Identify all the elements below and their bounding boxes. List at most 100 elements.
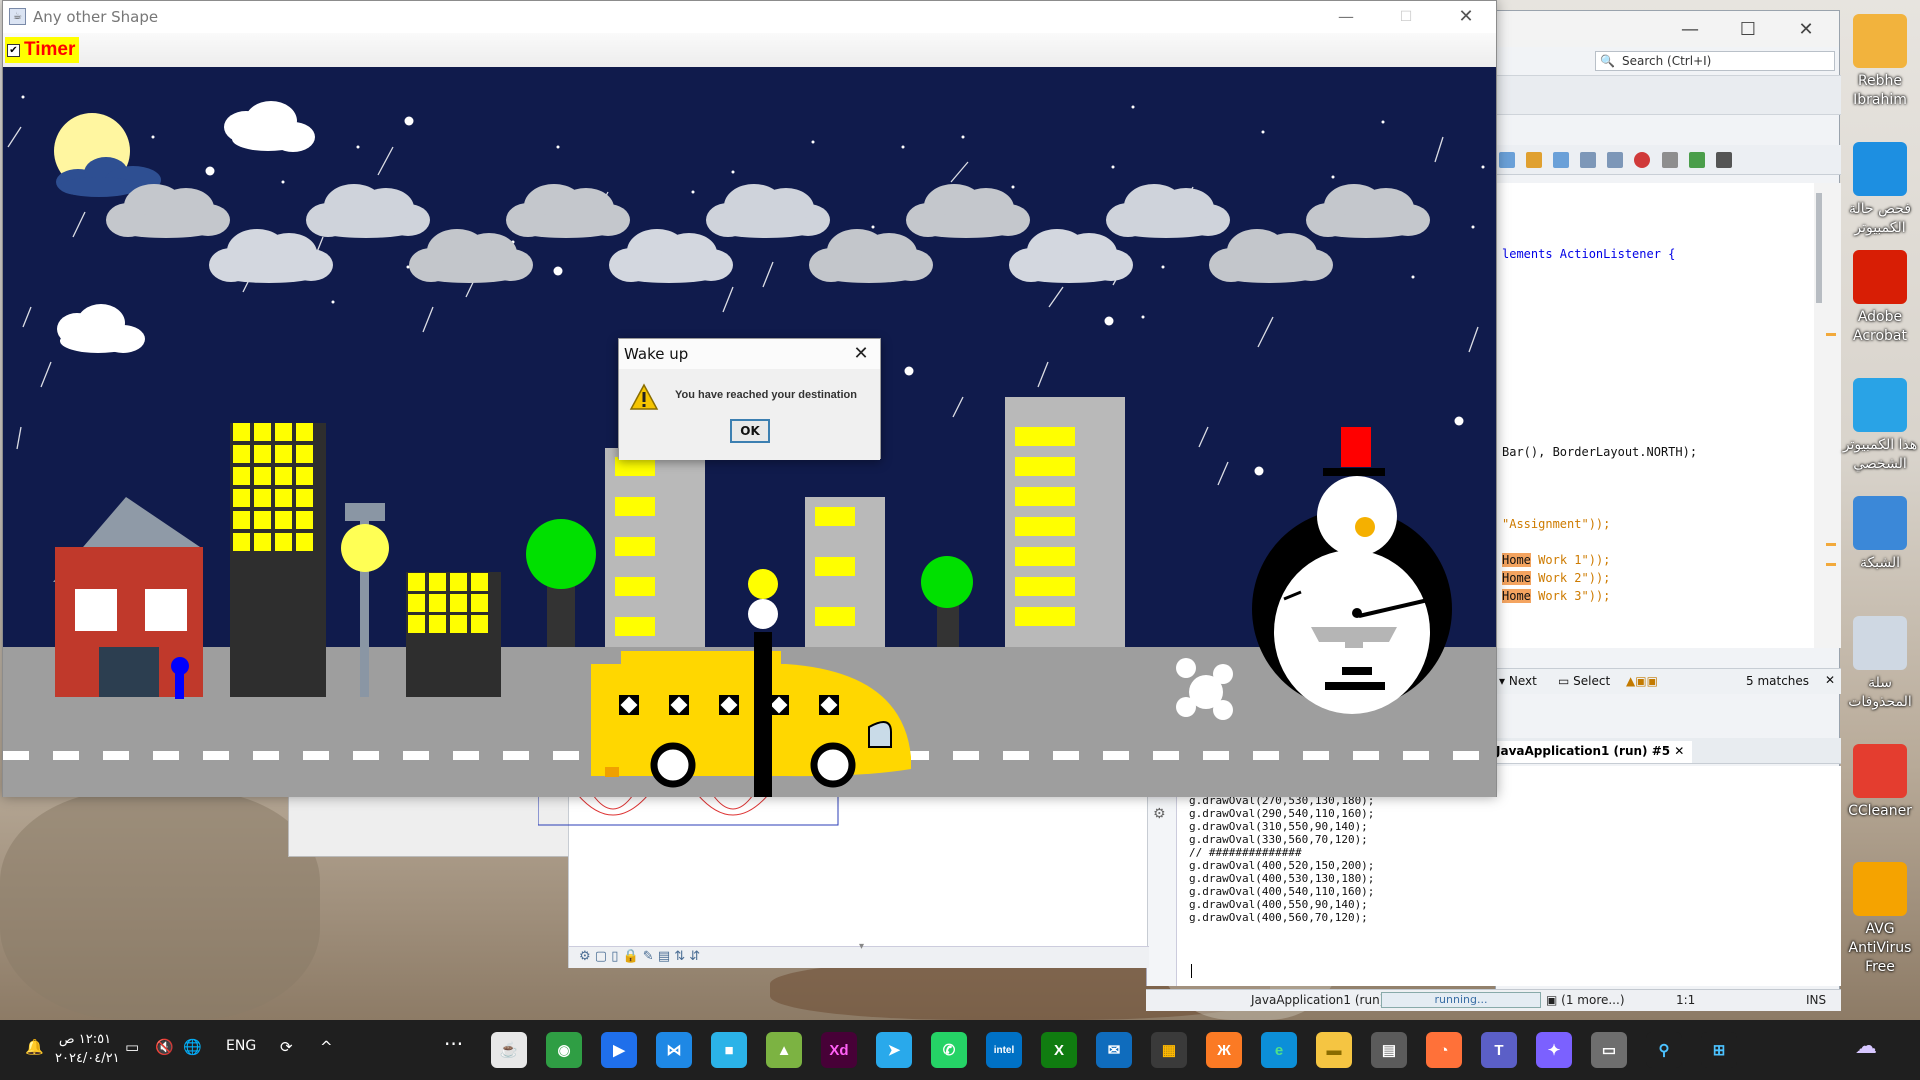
desktop-icon[interactable]: فحص حالة الكمبيوتر [1840, 142, 1920, 238]
minimize-icon[interactable]: — [1326, 1, 1366, 33]
close-icon[interactable]: ✕ [1825, 673, 1835, 687]
app-menubar: ✔ Timer [3, 33, 1496, 67]
desktop-icon-label: المحذوفات [1848, 694, 1912, 710]
acrobat-icon [1853, 250, 1907, 304]
firefox-icon[interactable]: ◔ [1426, 1032, 1462, 1068]
console-line: g.drawOval(400,530,130,180); [1189, 872, 1375, 885]
close-icon[interactable]: ✕ [1674, 744, 1684, 758]
close-icon[interactable]: ✕ [848, 341, 874, 367]
desktop-icon[interactable]: Rebhe Ibrahim [1840, 14, 1920, 110]
status-position: 1:1 [1676, 993, 1696, 1007]
whatsapp-icon[interactable]: ✆ [931, 1032, 967, 1068]
code-line: lements ActionListener { [1502, 247, 1676, 261]
toolbar-step-icon[interactable] [1499, 152, 1515, 168]
bus-window [819, 695, 839, 715]
status-more[interactable]: ▣ (1 more...) [1546, 993, 1625, 1007]
more-icon[interactable]: ··· [444, 1032, 463, 1056]
toolbar-square-icon[interactable] [1661, 152, 1678, 168]
bus-window [669, 695, 689, 715]
toolbar-forward-icon[interactable] [1607, 152, 1624, 168]
network-globe-icon[interactable]: 🌐 [183, 1038, 202, 1056]
desktop-icon[interactable]: Adobe Acrobat [1840, 250, 1920, 346]
java-cup-icon: ☕ [9, 8, 26, 25]
ide-search-input[interactable]: 🔍 Search (Ctrl+I) [1595, 51, 1835, 71]
toolbar-stop-icon[interactable] [1634, 152, 1651, 168]
calculator-icon[interactable]: ▤ [1371, 1032, 1407, 1068]
ok-button[interactable]: OK [730, 419, 770, 443]
toolbar-comment-icon[interactable] [1688, 152, 1705, 168]
desktop-icon-label: الشخصي [1853, 456, 1907, 472]
ide-window: — ☐ ✕ 🔍 Search (Ctrl+I) lements ActionLi… [1146, 10, 1841, 1011]
desktop-icon[interactable]: الشبكة [1840, 496, 1920, 573]
desktop-icon-label: AVG AntiVirus [1848, 921, 1912, 956]
java-app-icon[interactable]: ☕ [491, 1032, 527, 1068]
code-line: Bar(), BorderLayout.NORTH); [1502, 445, 1698, 459]
language-indicator[interactable]: ENG [226, 1038, 256, 1054]
close-icon[interactable]: ✕ [1777, 11, 1835, 47]
telegram-icon[interactable]: ➤ [876, 1032, 912, 1068]
desktop-icon[interactable]: هذا الكمبيوتر الشخصي [1840, 378, 1920, 474]
battery-icon[interactable]: ▭ [125, 1038, 139, 1056]
mail-icon[interactable]: ✉ [1096, 1032, 1132, 1068]
clock-time: ١٢:٥١ ص [58, 1032, 112, 1047]
vscode-icon[interactable]: ⋈ [656, 1032, 692, 1068]
checkbox-checked-icon[interactable]: ✔ [7, 43, 20, 57]
desktop-icon-label: Adobe [1857, 309, 1903, 325]
copilot-icon[interactable]: ✦ [1536, 1032, 1572, 1068]
toolbar-back-icon[interactable] [1580, 152, 1597, 168]
bus-window [619, 695, 639, 715]
desktop-icon-label: Rebhe [1857, 73, 1903, 89]
output-tab[interactable]: JavaApplication1 (run) #5 ✕ [1496, 741, 1693, 763]
console-settings-icon[interactable]: ⚙ [1153, 806, 1166, 822]
lamp-head [345, 503, 385, 521]
find-next-button[interactable]: ▾ Next [1499, 674, 1537, 688]
recycle-bin-icon [1853, 616, 1907, 670]
maximize-icon[interactable]: ☐ [1386, 1, 1426, 33]
file-explorer-icon[interactable]: ▬ [1316, 1032, 1352, 1068]
desktop-icon-label: سلة [1868, 675, 1892, 691]
find-select-button[interactable]: ▭ Select [1558, 674, 1610, 688]
weather-icon[interactable]: ☁ [1855, 1034, 1877, 1059]
notification-bell-icon[interactable]: 🔔 [25, 1038, 44, 1056]
toolbar-format-icon[interactable] [1715, 152, 1732, 168]
background-ovals [538, 795, 839, 826]
taskbar-clock[interactable]: ١٢:٥١ ص ٢٠٢٤/٠٤/٢١ [55, 1030, 120, 1068]
find-options-icon[interactable]: ▲▣▣ [1626, 674, 1658, 688]
output-console[interactable]: ⚙ g.drawOval(270,530,130,180); g.drawOval… [1146, 766, 1841, 986]
editor-scrollbar[interactable] [1814, 183, 1841, 648]
multitask-icon[interactable]: ▭ [1591, 1032, 1627, 1068]
desktop-icon[interactable]: CCleaner [1840, 744, 1920, 821]
desktop-icon[interactable]: سلة المحذوفات [1840, 616, 1920, 712]
volume-muted-icon[interactable]: 🔇 [155, 1038, 174, 1056]
sync-icon[interactable]: ⟳ [280, 1038, 293, 1056]
maximize-icon[interactable]: ☐ [1719, 11, 1777, 47]
toolbar-run-icon[interactable] [1526, 152, 1543, 168]
video-player-icon[interactable]: ▶ [601, 1032, 637, 1068]
search-taskbar-icon[interactable]: ⚲ [1646, 1032, 1682, 1068]
matlab-icon[interactable]: ▲ [766, 1032, 802, 1068]
toolbar-debug-icon[interactable] [1553, 152, 1570, 168]
this-pc-icon [1853, 378, 1907, 432]
app-title: Any other Shape [33, 8, 159, 26]
desktop-icon[interactable]: AVG AntiVirus Free [1840, 862, 1920, 977]
intel-icon[interactable]: intel [986, 1032, 1022, 1068]
xbox-icon[interactable]: X [1041, 1032, 1077, 1068]
timer-checkbox[interactable]: ✔ Timer [5, 37, 80, 63]
edge-icon[interactable]: e [1261, 1032, 1297, 1068]
avg-icon [1853, 862, 1907, 916]
xampp-icon[interactable]: Ж [1206, 1032, 1242, 1068]
store-icon[interactable]: ▦ [1151, 1032, 1187, 1068]
chrome-icon[interactable]: ◉ [546, 1032, 582, 1068]
close-icon[interactable]: ✕ [1446, 1, 1486, 33]
teams-icon[interactable]: T [1481, 1032, 1517, 1068]
adobe-xd-icon[interactable]: Xd [821, 1032, 857, 1068]
palette-icons[interactable]: ⚙ ▢ ▯ 🔒 ✎ ▤ ⇅ ⇵ [579, 949, 700, 964]
status-mode: INS [1806, 993, 1827, 1007]
desktop-icon-label: الشبكة [1859, 555, 1901, 571]
cube-app-icon[interactable]: ■ [711, 1032, 747, 1068]
start-icon[interactable]: ⊞ [1701, 1032, 1737, 1068]
ide-editor-header [1496, 75, 1841, 115]
minimize-icon[interactable]: — [1661, 11, 1719, 47]
code-editor[interactable]: lements ActionListener { Bar(), BorderLa… [1496, 183, 1814, 648]
chevron-up-icon[interactable]: ^ [320, 1038, 333, 1056]
